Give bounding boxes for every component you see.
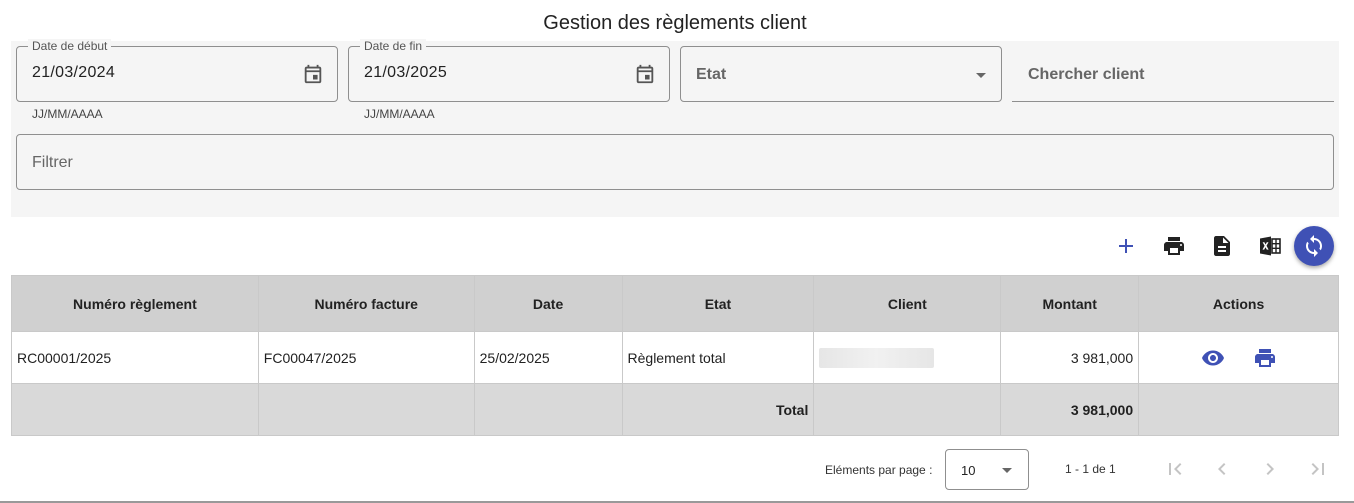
print-icon[interactable] [1253, 346, 1277, 370]
table-header-row: Numéro règlement Numéro facture Date Eta… [11, 275, 1339, 332]
refresh-button[interactable] [1294, 226, 1334, 266]
chevron-down-icon [976, 73, 986, 78]
start-date-label: Date de début [28, 39, 112, 53]
next-page-icon[interactable] [1258, 457, 1282, 481]
column-header-date[interactable]: Date [473, 275, 623, 332]
column-header-etat[interactable]: Etat [621, 275, 815, 332]
end-date-hint: JJ/MM/AAAA [364, 107, 435, 121]
cell-reglement: RC00001/2025 [11, 331, 259, 384]
end-date-field[interactable]: Date de fin 21/03/2025 [348, 39, 670, 102]
page-range: 1 - 1 de 1 [1065, 462, 1116, 476]
refresh-icon [1306, 235, 1322, 257]
total-amount: 3 981,000 [1000, 383, 1140, 436]
column-header-montant[interactable]: Montant [1000, 275, 1140, 332]
page-title: Gestion des règlements client [543, 12, 807, 34]
total-label: Total [621, 383, 815, 436]
start-date-hint: JJ/MM/AAAA [32, 107, 103, 121]
filter-input[interactable]: Filtrer [16, 134, 1334, 190]
client-search-placeholder: Chercher client [1028, 66, 1145, 83]
client-search-input[interactable]: Chercher client [1012, 46, 1334, 102]
excel-icon[interactable] [1258, 234, 1282, 258]
chevron-down-icon [1002, 468, 1012, 473]
column-header-facture[interactable]: Numéro facture [257, 275, 475, 332]
state-placeholder: Etat [696, 66, 727, 83]
document-icon[interactable] [1210, 234, 1234, 258]
cell-actions [1138, 331, 1339, 384]
calendar-icon[interactable] [302, 63, 324, 85]
cell-facture: FC00047/2025 [257, 331, 475, 384]
table-row[interactable]: RC00001/2025 FC00047/2025 25/02/2025 Règ… [11, 331, 1339, 384]
previous-page-icon[interactable] [1210, 457, 1234, 481]
column-header-reglement[interactable]: Numéro règlement [11, 275, 259, 332]
filter-placeholder: Filtrer [32, 154, 73, 171]
print-icon[interactable] [1162, 234, 1186, 258]
start-date-field[interactable]: Date de début 21/03/2024 [16, 39, 338, 102]
add-icon[interactable] [1114, 234, 1138, 258]
cell-etat: Règlement total [621, 331, 815, 384]
start-date-value: 21/03/2024 [32, 64, 116, 81]
cell-montant: 3 981,000 [1000, 331, 1140, 384]
last-page-icon[interactable] [1306, 457, 1330, 481]
cell-client [813, 331, 1002, 384]
page-size-label: Eléments par page : [825, 463, 933, 477]
first-page-icon[interactable] [1163, 457, 1187, 481]
page-size-value: 10 [961, 463, 976, 478]
column-header-actions: Actions [1138, 275, 1339, 332]
filter-panel: Date de début 21/03/2024 JJ/MM/AAAA Date… [11, 39, 1339, 217]
page-size-select[interactable]: 10 [945, 449, 1029, 490]
column-header-client[interactable]: Client [813, 275, 1002, 332]
cell-date: 25/02/2025 [473, 331, 623, 384]
eye-icon[interactable] [1201, 346, 1225, 370]
table-footer-row: Total 3 981,000 [11, 383, 1339, 436]
end-date-value: 21/03/2025 [364, 64, 448, 81]
end-date-label: Date de fin [360, 39, 427, 53]
payments-table: Numéro règlement Numéro facture Date Eta… [11, 275, 1339, 436]
paginator: Eléments par page : 10 1 - 1 de 1 [0, 449, 1354, 491]
state-select[interactable]: Etat [680, 46, 1002, 102]
redacted-client [819, 347, 935, 368]
calendar-icon[interactable] [634, 63, 656, 85]
